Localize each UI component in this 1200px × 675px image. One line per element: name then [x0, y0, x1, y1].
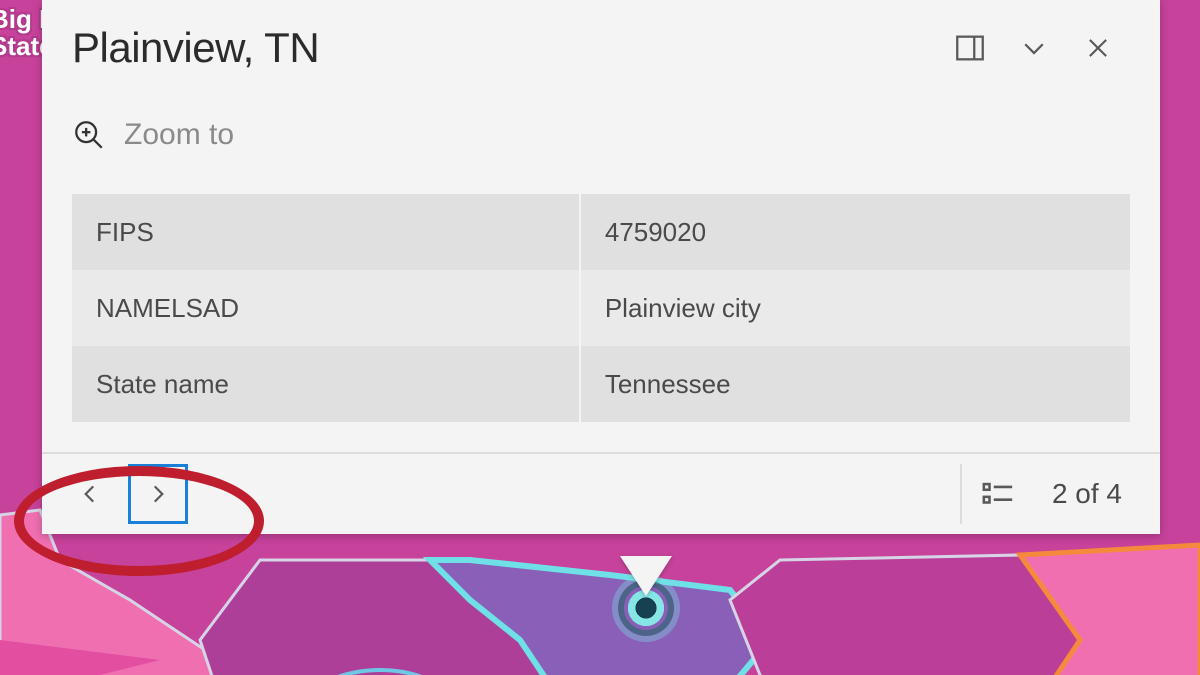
- attr-value: Tennessee: [580, 346, 1130, 422]
- attr-value: 4759020: [580, 194, 1130, 270]
- attr-label: NAMELSAD: [72, 270, 580, 346]
- feature-popup: Plainview, TN: [42, 0, 1160, 534]
- table-row: NAMELSAD Plainview city: [72, 270, 1130, 346]
- chevron-left-icon: [77, 481, 103, 507]
- select-list-icon: [981, 479, 1015, 509]
- collapse-button[interactable]: [1002, 16, 1066, 80]
- next-feature-button[interactable]: [128, 464, 188, 524]
- attr-value: Plainview city: [580, 270, 1130, 346]
- chevron-right-icon: [145, 481, 171, 507]
- popup-footer: 2 of 4: [42, 452, 1160, 534]
- zoom-to-label: Zoom to: [124, 118, 234, 152]
- popup-header: Plainview, TN: [42, 0, 1160, 96]
- attr-label: FIPS: [72, 194, 580, 270]
- attr-label: State name: [72, 346, 580, 422]
- feature-list-button[interactable]: [960, 464, 1034, 524]
- dock-button[interactable]: [938, 16, 1002, 80]
- dock-panel-icon: [953, 31, 987, 65]
- chevron-down-icon: [1019, 33, 1049, 63]
- close-button[interactable]: [1066, 16, 1130, 80]
- attribute-table: FIPS 4759020 NAMELSAD Plainview city Sta…: [72, 194, 1130, 422]
- table-row: FIPS 4759020: [72, 194, 1130, 270]
- popup-body: Zoom to FIPS 4759020 NAMELSAD Plainview …: [42, 96, 1160, 452]
- close-icon: [1084, 34, 1112, 62]
- zoom-to-button[interactable]: Zoom to: [72, 96, 1130, 174]
- table-row: State name Tennessee: [72, 346, 1130, 422]
- previous-feature-button[interactable]: [60, 464, 120, 524]
- popup-pointer: [620, 556, 672, 596]
- popup-title: Plainview, TN: [72, 24, 938, 72]
- feature-page-count: 2 of 4: [1034, 478, 1142, 510]
- magnify-plus-icon: [72, 118, 106, 152]
